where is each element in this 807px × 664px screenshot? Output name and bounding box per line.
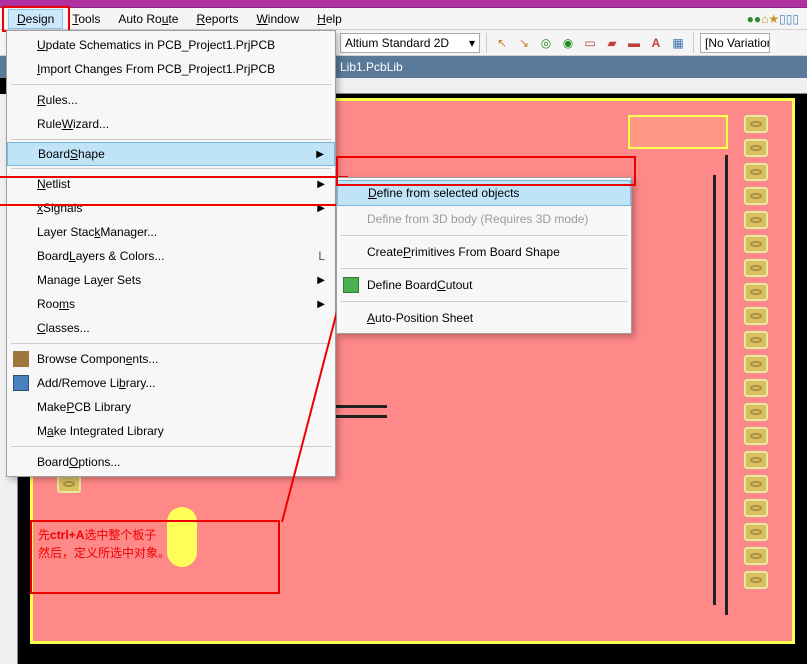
menu-add-remove-library[interactable]: Add/Remove Library...Add/Remove Library.…: [7, 371, 335, 395]
menu-separator: [11, 168, 331, 169]
pad: [744, 379, 768, 397]
pad: [744, 523, 768, 541]
pad: [744, 187, 768, 205]
menu-make-pcb-library[interactable]: Make PCB LibraryMake PCB Library: [7, 395, 335, 419]
pad: [744, 307, 768, 325]
home-icon[interactable]: ⌂: [761, 12, 768, 26]
submenu-auto-position[interactable]: Auto-Position SheetAuto-Position Sheet: [337, 305, 631, 331]
menu-design[interactable]: DDesignesign: [8, 9, 63, 29]
nav-fwd-icon[interactable]: ●: [754, 12, 761, 26]
pad: [744, 259, 768, 277]
doc1-icon[interactable]: ▯: [779, 12, 786, 26]
favorite-icon[interactable]: ★: [768, 12, 779, 26]
tool-region-icon[interactable]: ▬: [625, 34, 643, 52]
pad: [744, 451, 768, 469]
dropdown-arrow-icon: ▾: [469, 36, 475, 50]
menu-tools[interactable]: ToolsTools: [63, 9, 109, 29]
menu-separator: [341, 235, 627, 236]
menu-rooms[interactable]: RoomsRooms▶: [7, 292, 335, 316]
trace: [713, 175, 716, 605]
tool-text-icon[interactable]: A: [647, 34, 665, 52]
menu-make-integrated-library[interactable]: Make Integrated LibraryMake Integrated L…: [7, 419, 335, 443]
menu-rule-wizard[interactable]: Rule Wizard...Rule Wizard...: [7, 112, 335, 136]
pad: [744, 211, 768, 229]
menu-help[interactable]: HelpHelp: [308, 9, 351, 29]
menu-separator: [341, 301, 627, 302]
pad: [744, 163, 768, 181]
trace: [725, 155, 728, 615]
menu-separator: [11, 84, 331, 85]
menubar: DDesignesign ToolsTools Auto RouteAuto R…: [0, 8, 807, 30]
submenu-create-primitives[interactable]: Create Primitives From Board ShapeCreate…: [337, 239, 631, 265]
variation-label: [No Variation: [705, 36, 770, 50]
shortcut-label: L: [318, 249, 325, 263]
tool-via-icon[interactable]: ◎: [537, 34, 555, 52]
pad: [744, 427, 768, 445]
menu-update-schematics[interactable]: Update Schematics in PCB_Project1.PrjPCB…: [7, 33, 335, 57]
submenu-arrow-icon: ▶: [316, 149, 324, 160]
pad: [57, 475, 81, 493]
menu-rules[interactable]: Rules...Rules...: [7, 88, 335, 112]
cutout-icon: [343, 277, 359, 293]
tool-pad-icon[interactable]: ◉: [559, 34, 577, 52]
annotation-text-box: 先ctrl+A选中整个板子 然后，定义所选中对象。: [30, 520, 280, 594]
pad: [744, 331, 768, 349]
submenu-arrow-icon: ▶: [317, 275, 325, 286]
menu-import-changes[interactable]: Import Changes From PCB_Project1.PrjPCBI…: [7, 57, 335, 81]
submenu-define-3d: Define from 3D body (Requires 3D mode)De…: [337, 206, 631, 232]
menu-xsignals[interactable]: xSignalsxSignals▶: [7, 196, 335, 220]
pad: [744, 475, 768, 493]
submenu-define-cutout[interactable]: Define Board CutoutDefine Board Cutout: [337, 272, 631, 298]
submenu-arrow-icon: ▶: [317, 203, 325, 214]
tool-arrow-icon[interactable]: ↖: [493, 34, 511, 52]
submenu-arrow-icon: ▶: [317, 179, 325, 190]
document-tab[interactable]: Lib1.PcbLib: [340, 60, 403, 74]
board-shape-submenu: Define from selected objectsDefine from …: [336, 177, 632, 334]
menu-separator: [341, 268, 627, 269]
pad: [744, 403, 768, 421]
menu-separator: [11, 446, 331, 447]
pad: [744, 499, 768, 517]
view-mode-label: Altium Standard 2D: [345, 36, 449, 50]
menu-netlist[interactable]: NetlistNetlist▶: [7, 172, 335, 196]
submenu-define-selected[interactable]: Define from selected objectsDefine from …: [337, 180, 631, 206]
pad: [744, 235, 768, 253]
design-dropdown-menu: Update Schematics in PCB_Project1.PrjPCB…: [6, 30, 336, 477]
pad: [744, 139, 768, 157]
pad: [744, 283, 768, 301]
library-icon: [13, 375, 29, 391]
pad: [744, 547, 768, 565]
menu-board-shape[interactable]: Board ShapeBoard Shape▶: [7, 142, 335, 166]
tool-rect-icon[interactable]: ▭: [581, 34, 599, 52]
pad: [744, 355, 768, 373]
annotation-line1: 先ctrl+A选中整个板子: [38, 526, 272, 544]
tool-poly-icon[interactable]: ▰: [603, 34, 621, 52]
menu-layer-stack[interactable]: Layer Stack Manager...Layer Stack Manage…: [7, 220, 335, 244]
doc3-icon[interactable]: ▯: [792, 12, 799, 26]
pad: [744, 571, 768, 589]
browse-components-icon: [13, 351, 29, 367]
doc2-icon[interactable]: ▯: [786, 12, 793, 26]
menu-classes[interactable]: Classes...Classes...: [7, 316, 335, 340]
window-titlebar: [0, 0, 807, 8]
menu-separator: [11, 343, 331, 344]
menu-board-layers[interactable]: Board Layers & Colors...Board Layers & C…: [7, 244, 335, 268]
tool-line-icon[interactable]: ↘: [515, 34, 533, 52]
variation-select[interactable]: [No Variation: [700, 33, 770, 53]
menu-board-options[interactable]: Board Options...Board Options...: [7, 450, 335, 474]
menu-browse-components[interactable]: Browse Components...Browse Components...: [7, 347, 335, 371]
tool-comp-icon[interactable]: ▦: [669, 34, 687, 52]
component: [628, 115, 728, 149]
menu-separator: [11, 139, 331, 140]
nav-back-icon[interactable]: ●: [747, 12, 754, 26]
menu-window[interactable]: WindowWindow: [247, 9, 308, 29]
submenu-arrow-icon: ▶: [317, 299, 325, 310]
view-mode-select[interactable]: Altium Standard 2D ▾: [340, 33, 480, 53]
menu-reports[interactable]: ReportsReports: [187, 9, 247, 29]
pad: [744, 115, 768, 133]
menu-manage-layer-sets[interactable]: Manage Layer SetsManage Layer Sets▶: [7, 268, 335, 292]
menu-autoroute[interactable]: Auto RouteAuto Route: [109, 9, 187, 29]
annotation-line2: 然后，定义所选中对象。: [38, 544, 272, 562]
